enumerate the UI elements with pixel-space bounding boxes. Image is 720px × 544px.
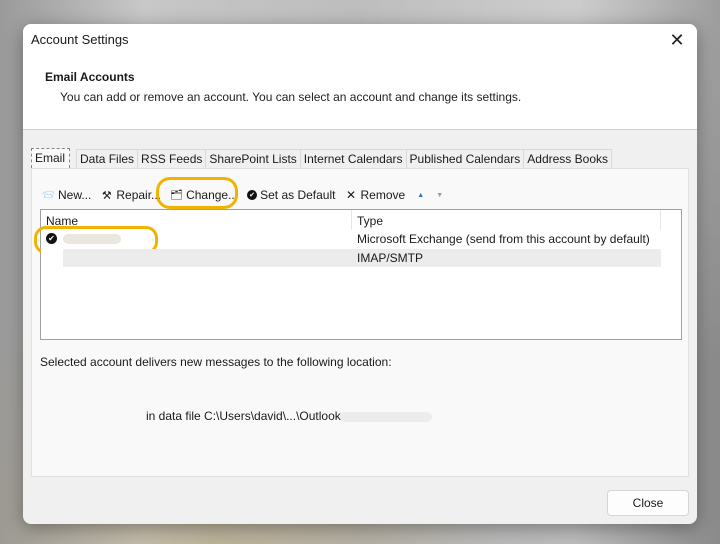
repair-label: Repair... bbox=[116, 188, 162, 202]
window-title: Account Settings bbox=[31, 32, 129, 47]
data-file-path: in data file C:\Users\david\...\Outlook bbox=[146, 409, 341, 423]
tab-bar: Email Data Files RSS Feeds SharePoint Li… bbox=[31, 148, 612, 168]
move-down-button[interactable]: ▼ bbox=[436, 189, 449, 202]
tab-data-files[interactable]: Data Files bbox=[76, 149, 139, 168]
move-up-button[interactable]: ▲ bbox=[414, 189, 430, 202]
header-section: Email Accounts You can add or remove an … bbox=[23, 56, 697, 130]
account-settings-dialog: Account Settings ✕ Email Accounts You ca… bbox=[23, 24, 697, 524]
tab-published-calendars[interactable]: Published Calendars bbox=[405, 149, 525, 168]
list-header: Name Type bbox=[41, 210, 681, 230]
account-name-cell: ✔ bbox=[34, 226, 352, 254]
section-description: You can add or remove an account. You ca… bbox=[60, 90, 522, 104]
repair-tools-icon: ⚒ bbox=[101, 189, 112, 202]
tab-address-books[interactable]: Address Books bbox=[523, 149, 612, 168]
remove-x-icon: ✕ bbox=[345, 188, 357, 202]
change-settings-icon: 🗂 bbox=[170, 189, 183, 201]
change-button[interactable]: 🗂 Change... bbox=[170, 188, 238, 202]
arrow-up-icon: ▲ bbox=[417, 191, 425, 199]
change-label: Change... bbox=[186, 188, 239, 202]
title-bar: Account Settings ✕ bbox=[23, 24, 697, 56]
delivery-location-label: Selected account delivers new messages t… bbox=[40, 355, 392, 369]
default-check-icon: ✔ bbox=[247, 190, 258, 200]
tab-rss-feeds[interactable]: RSS Feeds bbox=[137, 149, 207, 168]
remove-button[interactable]: ✕ Remove bbox=[344, 188, 405, 202]
account-row[interactable]: IMAP/SMTP bbox=[41, 249, 661, 267]
set-as-default-label: Set as Default bbox=[260, 188, 336, 202]
set-as-default-button[interactable]: ✔ Set as Default bbox=[247, 188, 335, 202]
arrow-down-icon: ▼ bbox=[436, 191, 444, 199]
new-label: New... bbox=[58, 188, 92, 202]
default-account-check-icon: ✔ bbox=[46, 233, 57, 244]
email-tab-panel: 📨 New... ⚒ Repair... 🗂 Change... ✔ Set a… bbox=[31, 168, 689, 477]
new-button[interactable]: 📨 New... bbox=[42, 188, 91, 202]
close-window-icon[interactable]: ✕ bbox=[665, 28, 689, 52]
account-type: IMAP/SMTP bbox=[357, 251, 424, 265]
tab-internet-calendars[interactable]: Internet Calendars bbox=[299, 149, 407, 168]
accounts-toolbar: 📨 New... ⚒ Repair... 🗂 Change... ✔ Set a… bbox=[42, 185, 458, 205]
account-row[interactable]: ✔ Microsoft Exchange (send from this acc… bbox=[34, 226, 661, 254]
repair-button[interactable]: ⚒ Repair... bbox=[100, 188, 161, 202]
section-title: Email Accounts bbox=[45, 70, 135, 84]
tab-email[interactable]: Email bbox=[31, 148, 71, 168]
new-account-icon: 📨 bbox=[42, 189, 55, 201]
remove-label: Remove bbox=[360, 188, 406, 202]
account-type: Microsoft Exchange (send from this accou… bbox=[357, 232, 650, 246]
tab-sharepoint-lists[interactable]: SharePoint Lists bbox=[205, 149, 301, 168]
redacted-file-name bbox=[340, 412, 432, 422]
redacted-account-name bbox=[63, 234, 121, 244]
close-button[interactable]: Close bbox=[607, 490, 689, 516]
column-header-type[interactable]: Type bbox=[352, 210, 661, 230]
accounts-list[interactable]: Name Type ✔ Microsoft Exchange (send fro… bbox=[34, 209, 682, 340]
column-header-name[interactable]: Name bbox=[41, 210, 352, 230]
